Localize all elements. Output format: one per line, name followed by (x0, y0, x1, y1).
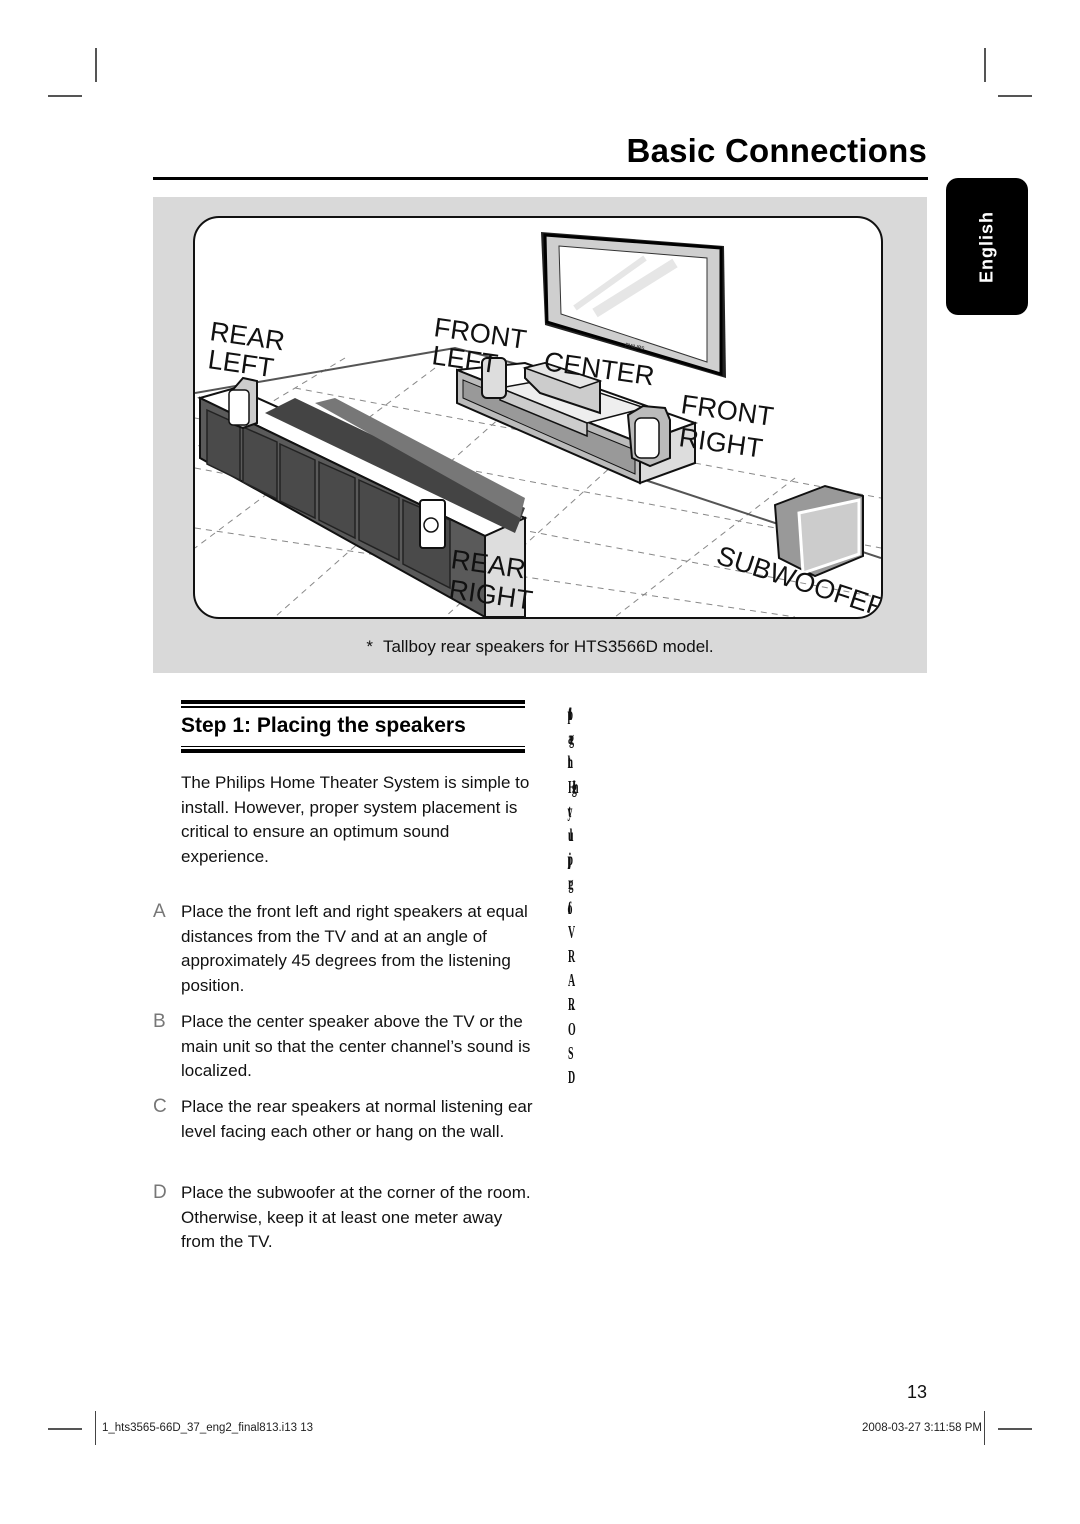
instruction-item-b: B Place the center speaker above the TV … (153, 1010, 533, 1084)
garbled-line: Hgh (568, 776, 578, 797)
garbled-line: A (568, 970, 575, 991)
caption-text: Tallboy rear speakers for HTS3566D model… (382, 637, 714, 656)
speaker-placement-figure: PHILIPS REAR LEFT FRONT LEFT CENTER FRON… (153, 197, 927, 673)
footer-file-info: 1_hts3565-66D_37_eng2_final813.i13 13 (102, 1422, 314, 1434)
garbled-line: O (568, 1018, 576, 1039)
instruction-item-c: C Place the rear speakers at normal list… (153, 1095, 533, 1144)
heading-rule-bottom-thin (181, 745, 525, 747)
garbled-line: th (568, 752, 573, 773)
figure-caption: * Tallboy rear speakers for HTS3566D mode… (153, 637, 927, 657)
garbled-text-column: fpl ag th Hgh ty ul jp rg fo V R A R. O S D (568, 702, 590, 1089)
page-title: Basic Connections (626, 132, 927, 169)
crop-mark (48, 95, 82, 97)
crop-mark (95, 48, 97, 82)
step-heading: Step 1: Placing the speakers (181, 700, 525, 753)
figure-illustration: PHILIPS REAR LEFT FRONT LEFT CENTER FRON… (193, 216, 883, 619)
garbled-line: ag (568, 728, 574, 749)
crop-mark (48, 1428, 82, 1430)
item-letter: A (153, 901, 166, 922)
garbled-line: S (568, 1042, 574, 1063)
room-illustration: PHILIPS REAR LEFT FRONT LEFT CENTER FRON… (195, 232, 881, 617)
footer-divider (984, 1411, 985, 1445)
item-letter: B (153, 1011, 166, 1032)
item-letter: C (153, 1096, 167, 1117)
crop-mark (998, 1428, 1032, 1430)
heading-rule-bottom (181, 749, 525, 753)
garbled-line: V (568, 921, 575, 942)
language-tab-label: English (976, 210, 997, 283)
garbled-line: jp (568, 849, 573, 870)
heading-rule-top (181, 700, 525, 704)
instruction-item-a: A Place the front left and right speaker… (153, 900, 533, 998)
item-letter: D (153, 1182, 167, 1203)
garbled-line: R (568, 946, 575, 967)
heading-rule-top-thin (181, 706, 525, 708)
crop-mark (998, 95, 1032, 97)
page-number: 13 (906, 1382, 927, 1402)
title-rule (153, 177, 928, 180)
garbled-line: ul (568, 825, 572, 846)
front-right-speaker (626, 404, 671, 468)
item-text: Place the subwoofer at the corner of the… (181, 1183, 531, 1251)
caption-asterisk: * (366, 637, 373, 656)
footer-timestamp: 2008-03-27 3:11:58 PM (862, 1422, 982, 1434)
garbled-line: fpl (568, 704, 572, 724)
instruction-item-d: D Place the subwoofer at the corner of t… (153, 1181, 533, 1255)
item-text: Place the front left and right speakers … (181, 902, 528, 995)
garbled-line: fo (568, 897, 572, 918)
garbled-line: rg (568, 873, 574, 894)
item-text: Place the center speaker above the TV or… (181, 1012, 531, 1080)
intro-paragraph: The Philips Home Theater System is simpl… (181, 773, 530, 866)
footer-divider (95, 1411, 96, 1445)
rear-right-speaker (419, 499, 446, 549)
section-heading: Step 1: Placing the speakers (181, 713, 466, 737)
garbled-line: ty (568, 800, 572, 821)
garbled-line: D (568, 1067, 575, 1088)
crop-mark (984, 48, 986, 82)
item-text: Place the rear speakers at normal listen… (181, 1097, 533, 1141)
garbled-line: R. (568, 994, 574, 1015)
language-tab: English (946, 178, 1028, 315)
